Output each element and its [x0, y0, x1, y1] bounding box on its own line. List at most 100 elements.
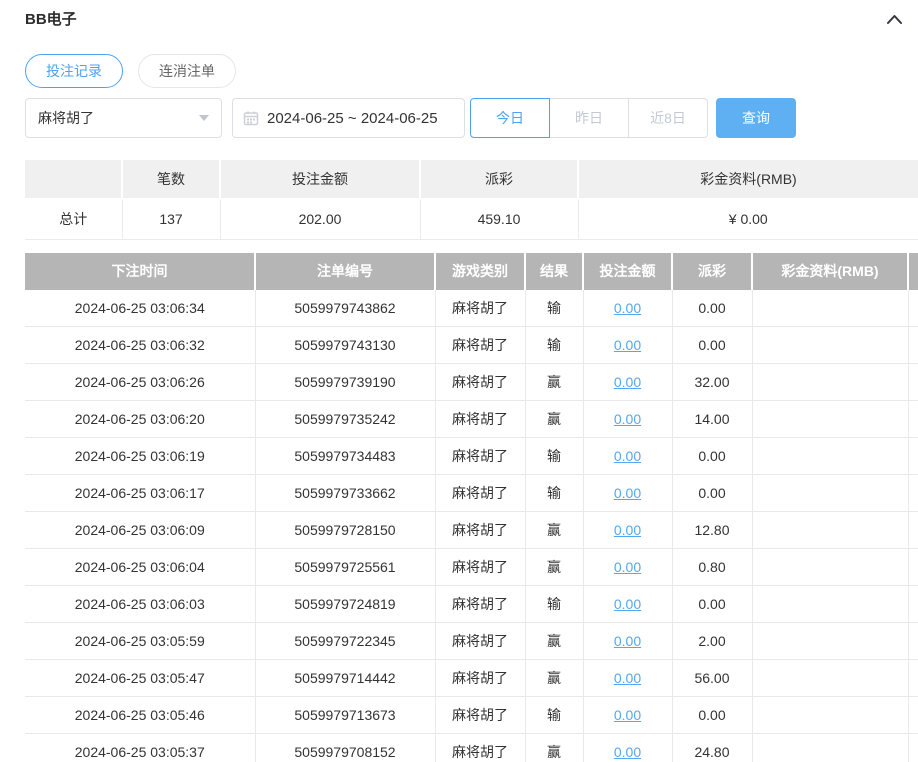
table-row: 2024-06-25 03:06:09 5059979728150 麻将胡了赢 0.0… — [25, 511, 918, 549]
bet-amount-link[interactable]: 0.00 — [614, 596, 641, 612]
cell-payout: 24.80 — [672, 733, 753, 762]
summary-total-bonus: ¥ 0.00 — [578, 199, 918, 240]
summary-header-bonus: 彩金资料(RMB) — [578, 160, 918, 200]
summary-total-payout: 459.10 — [420, 199, 579, 240]
query-button[interactable]: 查询 — [716, 98, 796, 138]
cell-game: 麻将胡了 — [435, 696, 526, 734]
cell-order_no: 5059979722345 — [255, 622, 436, 660]
cell-payout: 12.80 — [672, 511, 753, 549]
cell-bet_amount: 0.00 — [583, 696, 673, 734]
table-row: 2024-06-25 03:05:59 5059979722345 麻将胡了赢 0.0… — [25, 622, 918, 660]
summary-total-bet-amount: 202.00 — [220, 199, 421, 240]
bet-amount-link[interactable]: 0.00 — [614, 522, 641, 538]
range-today-button[interactable]: 今日 — [470, 98, 550, 138]
calendar-icon — [243, 110, 259, 126]
bet-amount-link[interactable]: 0.00 — [614, 485, 641, 501]
cell-overflow — [908, 548, 918, 586]
bet-amount-link[interactable]: 0.00 — [614, 670, 641, 686]
cell-order_no: 5059979713673 — [255, 696, 436, 734]
bet-records-table: 下注时间 注单编号 游戏类别 结果 投注金额 派彩 彩金资料(RMB) 2024… — [25, 252, 918, 762]
cell-order_no: 5059979735242 — [255, 400, 436, 438]
table-row: 2024-06-25 03:05:46 5059979713673 麻将胡了输 0.0… — [25, 696, 918, 734]
cell-overflow — [908, 511, 918, 549]
cell-order_no: 5059979739190 — [255, 363, 436, 401]
cell-bet_amount: 0.00 — [583, 548, 673, 586]
cell-payout: 0.00 — [672, 696, 753, 734]
cell-result: 赢 — [525, 659, 584, 697]
cell-bet_amount: 0.00 — [583, 511, 673, 549]
cell-order_no: 5059979728150 — [255, 511, 436, 549]
cell-bet_amount: 0.00 — [583, 363, 673, 401]
cell-result: 赢 — [525, 733, 584, 762]
cell-bet_amount: 0.00 — [583, 437, 673, 475]
table-row: 2024-06-25 03:06:26 5059979739190 麻将胡了赢 0.0… — [25, 363, 918, 401]
cell-overflow — [908, 400, 918, 438]
cell-overflow — [908, 363, 918, 401]
cell-time: 2024-06-25 03:05:46 — [25, 696, 256, 734]
bet-amount-link[interactable]: 0.00 — [614, 744, 641, 760]
bet-amount-link[interactable]: 0.00 — [614, 337, 641, 353]
range-yesterday-button[interactable]: 昨日 — [549, 98, 629, 138]
cell-time: 2024-06-25 03:06:34 — [25, 289, 256, 327]
tab-cancelled-orders[interactable]: 连消注单 — [138, 54, 236, 88]
cell-bonus — [752, 474, 909, 512]
cell-order_no: 5059979725561 — [255, 548, 436, 586]
bet-amount-link[interactable]: 0.00 — [614, 559, 641, 575]
header-bet-amount: 投注金额 — [583, 252, 673, 290]
game-select[interactable]: 麻将胡了 — [25, 98, 222, 138]
game-select-value: 麻将胡了 — [38, 110, 94, 126]
cell-result: 输 — [525, 696, 584, 734]
table-row: 2024-06-25 03:06:04 5059979725561 麻将胡了赢 0.0… — [25, 548, 918, 586]
collapse-panel-button[interactable] — [883, 10, 906, 30]
date-range-input[interactable]: 2024-06-25 ~ 2024-06-25 — [232, 98, 465, 138]
cell-payout: 56.00 — [672, 659, 753, 697]
cell-result: 赢 — [525, 400, 584, 438]
cell-bonus — [752, 585, 909, 623]
cell-overflow — [908, 696, 918, 734]
bet-amount-link[interactable]: 0.00 — [614, 448, 641, 464]
header-order-number: 注单编号 — [255, 252, 436, 290]
filter-controls: 麻将胡了 2024-06-25 ~ 2024-06-25 今日 昨日 近8日 查… — [25, 98, 918, 138]
header-payout: 派彩 — [672, 252, 753, 290]
page-title: BB电子 — [25, 11, 77, 28]
header-bet-time: 下注时间 — [25, 252, 256, 290]
table-row: 2024-06-25 03:06:32 5059979743130 麻将胡了输 0.0… — [25, 326, 918, 364]
cell-game: 麻将胡了 — [435, 622, 526, 660]
bet-amount-link[interactable]: 0.00 — [614, 300, 641, 316]
chevron-up-icon — [885, 15, 904, 31]
cell-order_no: 5059979743130 — [255, 326, 436, 364]
cell-overflow — [908, 733, 918, 762]
cell-bonus — [752, 326, 909, 364]
cell-bonus — [752, 659, 909, 697]
tab-bet-records[interactable]: 投注记录 — [25, 54, 123, 88]
date-range-value: 2024-06-25 ~ 2024-06-25 — [267, 109, 438, 127]
cell-time: 2024-06-25 03:06:26 — [25, 363, 256, 401]
cell-game: 麻将胡了 — [435, 659, 526, 697]
table-header-row: 下注时间 注单编号 游戏类别 结果 投注金额 派彩 彩金资料(RMB) — [25, 252, 918, 290]
cell-payout: 0.80 — [672, 548, 753, 586]
cell-bet_amount: 0.00 — [583, 474, 673, 512]
cell-bonus — [752, 400, 909, 438]
cell-time: 2024-06-25 03:05:37 — [25, 733, 256, 762]
cell-payout: 2.00 — [672, 622, 753, 660]
bet-record-panel: BB电子 投注记录 连消注单 麻将胡了 2024-06-25 ~ 2024-06… — [0, 0, 918, 762]
cell-game: 麻将胡了 — [435, 326, 526, 364]
range-last8days-button[interactable]: 近8日 — [628, 98, 708, 138]
bet-amount-link[interactable]: 0.00 — [614, 411, 641, 427]
bet-amount-link[interactable]: 0.00 — [614, 374, 641, 390]
table-row: 2024-06-25 03:06:34 5059979743862 麻将胡了输 0.0… — [25, 289, 918, 327]
cell-time: 2024-06-25 03:05:59 — [25, 622, 256, 660]
cell-bet_amount: 0.00 — [583, 289, 673, 327]
header-game-type: 游戏类别 — [435, 252, 526, 290]
bet-amount-link[interactable]: 0.00 — [614, 707, 641, 723]
table-row: 2024-06-25 03:06:17 5059979733662 麻将胡了输 0.0… — [25, 474, 918, 512]
cell-overflow — [908, 289, 918, 327]
summary-total-count: 137 — [122, 199, 221, 240]
cell-payout: 0.00 — [672, 326, 753, 364]
cell-time: 2024-06-25 03:06:09 — [25, 511, 256, 549]
summary-total-row: 总计 137 202.00 459.10 ¥ 0.00 — [25, 199, 918, 240]
cell-bet_amount: 0.00 — [583, 622, 673, 660]
bet-amount-link[interactable]: 0.00 — [614, 633, 641, 649]
cell-result: 输 — [525, 326, 584, 364]
summary-total-label: 总计 — [25, 199, 123, 240]
